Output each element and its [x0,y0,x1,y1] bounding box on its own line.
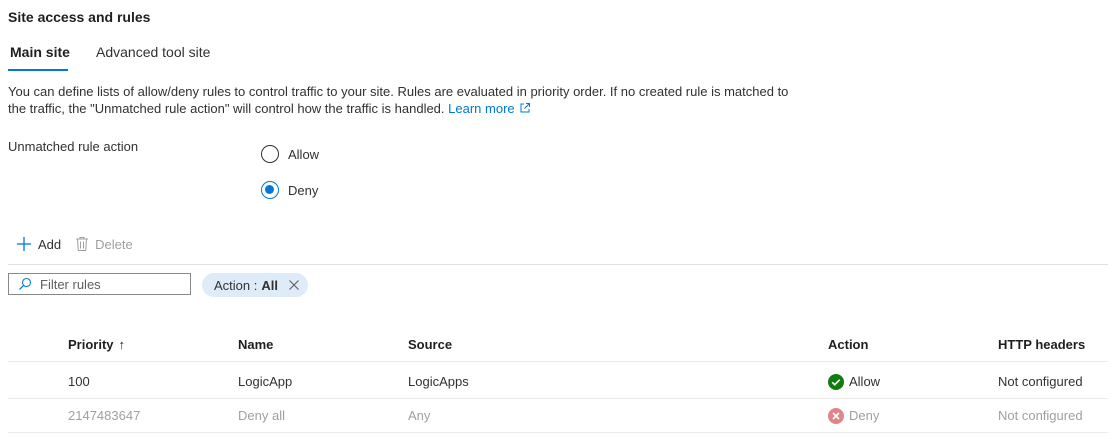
tab-advanced-tool-site[interactable]: Advanced tool site [96,44,210,60]
tab-main-site[interactable]: Main site [10,44,70,60]
table-row[interactable]: 2147483647 Deny all Any Deny Not configu… [8,399,1108,433]
cell-name: LogicApp [238,374,293,389]
column-header-action[interactable]: Action [828,327,868,361]
learn-more-link[interactable]: Learn more [448,101,530,116]
action-filter-key: Action : [214,277,258,293]
radio-deny-circle[interactable] [261,181,279,199]
add-button[interactable]: Add [16,236,61,252]
trash-icon [76,237,89,251]
delete-button[interactable]: Delete [75,236,133,252]
cell-action-label: Deny [849,408,880,423]
command-bar: Add Delete [8,233,147,255]
sort-ascending-icon: ↑ [118,336,126,352]
cell-source: LogicApps [408,374,469,389]
radio-allow-circle[interactable] [261,145,279,163]
add-button-label: Add [38,236,62,252]
table-header-row: Priority ↑ Name Source Action HTTP header… [8,327,1108,362]
cell-action: Allow [828,365,880,398]
search-icon [19,277,32,290]
cell-source: Any [408,408,431,423]
filter-box[interactable] [8,273,191,295]
plus-icon [17,237,31,251]
delete-button-label: Delete [95,236,133,252]
column-header-source[interactable]: Source [408,327,452,361]
check-circle-icon [828,373,844,390]
action-filter-pill[interactable]: Action : All [202,273,308,297]
error-circle-icon [828,407,844,424]
radio-allow[interactable]: Allow [261,145,319,163]
radio-allow-label: Allow [288,146,320,162]
cell-action-label: Allow [849,374,881,389]
column-header-priority[interactable]: Priority ↑ [68,327,125,361]
column-header-http-headers[interactable]: HTTP headers [998,327,1085,361]
radio-deny[interactable]: Deny [261,181,318,199]
description: You can define lists of allow/deny rules… [8,83,808,117]
radio-deny-label: Deny [288,182,319,198]
rules-table: Priority ↑ Name Source Action HTTP header… [8,330,1108,433]
unmatched-rule-action-label: Unmatched rule action [8,139,139,154]
cell-name: Deny all [238,408,285,423]
filter-rules-input[interactable] [40,276,180,292]
action-filter-value: All [261,277,278,293]
radio-selected-dot [265,185,274,194]
column-header-name[interactable]: Name [238,327,273,361]
cell-action: Deny [828,399,879,432]
external-link-icon [520,103,530,113]
cell-priority: 100 [68,374,90,389]
cell-http-headers: Not configured [998,374,1083,389]
cell-http-headers: Not configured [998,408,1083,423]
close-icon[interactable] [288,279,300,291]
table-row[interactable]: 100 LogicApp LogicApps Allow Not configu… [8,365,1108,399]
description-text: You can define lists of allow/deny rules… [8,84,789,116]
toolbar-divider [8,264,1108,265]
section-title: Site access and rules [8,9,151,25]
cell-priority: 2147483647 [68,408,141,423]
active-tab-indicator [8,69,68,71]
